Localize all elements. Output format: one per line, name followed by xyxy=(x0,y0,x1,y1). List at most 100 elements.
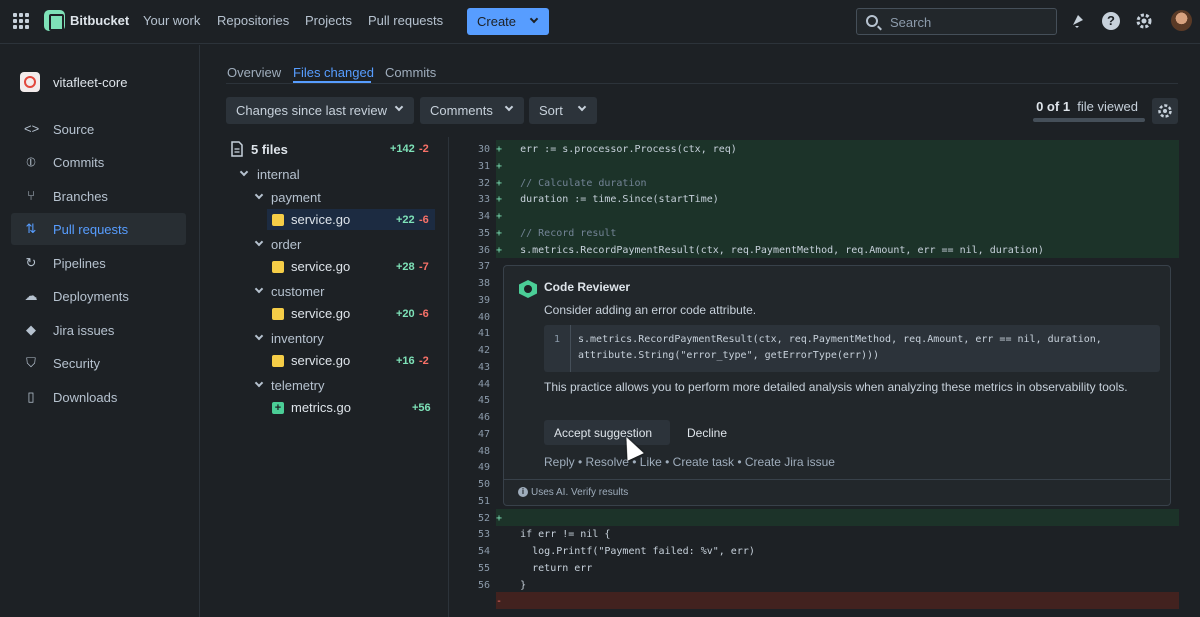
folder-name: order xyxy=(271,237,302,252)
folder-customer[interactable]: customer xyxy=(254,283,405,303)
line-number: 44 xyxy=(477,378,490,390)
brand-name[interactable]: Bitbucket xyxy=(70,13,129,28)
nav-projects[interactable]: Projects xyxy=(305,13,352,28)
sidebar-item-branches[interactable]: ⑂ Branches xyxy=(11,180,186,212)
card-divider xyxy=(504,479,1170,480)
jira-icon: ◆ xyxy=(26,322,36,337)
file-name: service.go xyxy=(291,259,351,274)
file-name: service.go xyxy=(291,212,351,227)
line-number: 40 xyxy=(477,311,490,323)
file-item-inventory-service[interactable]: service.go +16 -2 xyxy=(267,350,435,371)
file-item-order-service[interactable]: service.go +28 -7 xyxy=(267,256,435,277)
diff-settings-button[interactable] xyxy=(1152,98,1178,124)
added-code-line: + // Record result xyxy=(496,223,1179,241)
line-number: 54 xyxy=(477,546,490,557)
file-additions: +22 xyxy=(396,214,415,226)
notifications-icon[interactable] xyxy=(1069,12,1087,30)
line-number: 32 xyxy=(477,177,490,189)
comments-filter-dropdown[interactable]: Comments xyxy=(420,97,524,124)
nav-pull-requests[interactable]: Pull requests xyxy=(368,13,443,28)
line-number: 34 xyxy=(477,211,490,222)
file-deletions: -6 xyxy=(419,214,429,226)
added-code-line: + // Calculate duration xyxy=(496,173,1179,191)
diff-sign: + xyxy=(496,160,509,172)
added-code-line: + xyxy=(496,156,1179,174)
tab-overview[interactable]: Overview xyxy=(227,65,281,80)
diff-sign: + xyxy=(496,244,509,256)
sidebar-item-downloads[interactable]: ▯ Downloads xyxy=(11,381,186,413)
line-number: 31 xyxy=(477,160,490,172)
diff-sign: + xyxy=(496,211,509,222)
nav-repositories[interactable]: Repositories xyxy=(217,13,289,28)
accept-suggestion-button[interactable]: Accept suggestion xyxy=(544,420,670,445)
sort-label: Sort xyxy=(539,103,563,118)
sidebar-item-deployments[interactable]: ☁ Deployments xyxy=(11,280,186,312)
file-additions: +20 xyxy=(396,308,415,320)
added-code-line: + duration := time.Since(startTime) xyxy=(496,190,1179,208)
folder-payment[interactable]: payment xyxy=(254,189,405,209)
help-icon[interactable]: ? xyxy=(1102,12,1120,30)
bitbucket-logo-icon[interactable] xyxy=(44,10,65,31)
repository-icon xyxy=(20,72,40,92)
tab-files-changed[interactable]: Files changed xyxy=(293,65,374,80)
sidebar-item-label: Deployments xyxy=(53,289,129,304)
repository-name[interactable]: vitafleet-core xyxy=(53,75,127,90)
app-switcher-icon[interactable] xyxy=(13,13,29,29)
comment-message: Consider adding an error code attribute. xyxy=(544,303,757,317)
sort-dropdown[interactable]: Sort xyxy=(529,97,597,124)
chevron-down-icon xyxy=(529,14,539,24)
diff-sign: + xyxy=(496,177,509,189)
line-number: 35 xyxy=(477,227,490,239)
top-navigation: Bitbucket Your work Repositories Project… xyxy=(0,0,1200,44)
diff-sign xyxy=(496,546,508,557)
code-text: } xyxy=(508,579,527,591)
avatar[interactable] xyxy=(1171,10,1192,31)
comment-actions[interactable]: Reply • Resolve • Like • Create task • C… xyxy=(544,455,835,469)
file-item-telemetry-metrics[interactable]: + metrics.go +56 xyxy=(267,397,435,418)
deployments-icon: ☁ xyxy=(24,288,38,303)
line-number: 43 xyxy=(477,361,490,373)
total-additions: +142 xyxy=(390,143,415,155)
folder-telemetry[interactable]: telemetry xyxy=(254,377,405,397)
changes-filter-dropdown[interactable]: Changes since last review xyxy=(226,97,414,124)
files-viewed-count: 0 of 1 xyxy=(1036,99,1071,114)
code-text: log.Printf("Payment failed: %v", err) xyxy=(508,546,755,557)
sidebar-item-commits[interactable]: ⦶ Commits xyxy=(11,146,186,178)
sidebar-item-security[interactable]: ⛉ Security xyxy=(11,347,186,379)
file-modified-icon xyxy=(272,308,284,320)
added-code-line: + xyxy=(496,508,1179,526)
comment-explanation: This practice allows you to perform more… xyxy=(544,380,1128,394)
search-input[interactable]: Search xyxy=(856,8,1057,35)
decline-button[interactable]: Decline xyxy=(687,426,727,440)
folder-name: inventory xyxy=(271,331,324,346)
tab-commits[interactable]: Commits xyxy=(385,65,436,80)
line-number: 41 xyxy=(477,328,490,340)
file-name: service.go xyxy=(291,306,351,321)
gear-icon[interactable] xyxy=(1135,12,1153,30)
sidebar-item-source[interactable]: <> Source xyxy=(11,113,186,145)
file-name: metrics.go xyxy=(291,400,351,415)
file-item-payment-service[interactable]: service.go +22 -6 xyxy=(267,209,435,230)
code-review-comment: Code Reviewer Consider adding an error c… xyxy=(503,265,1171,506)
create-button[interactable]: Create xyxy=(467,8,549,35)
chevron-down-icon xyxy=(239,167,249,177)
context-code-line: return err xyxy=(496,559,1179,576)
folder-inventory[interactable]: inventory xyxy=(254,330,405,350)
sidebar-item-label: Pull requests xyxy=(53,222,129,237)
diff-sign xyxy=(496,529,508,540)
code-text: return err xyxy=(508,562,593,574)
suggestion-code-line: attribute.String("error_type", getErrorT… xyxy=(578,350,880,361)
code-text: duration := time.Since(startTime) xyxy=(508,194,719,206)
sidebar-item-pipelines[interactable]: ↻ Pipelines xyxy=(11,247,186,279)
files-viewed-progress xyxy=(1033,118,1145,122)
sidebar-item-pull-requests[interactable]: ⇅ Pull requests xyxy=(11,213,186,245)
file-item-customer-service[interactable]: service.go +20 -6 xyxy=(267,303,435,324)
active-tab-indicator xyxy=(293,81,371,83)
sidebar-item-jira-issues[interactable]: ◆ Jira issues xyxy=(11,314,186,346)
folder-order[interactable]: order xyxy=(254,236,405,256)
context-code-line: log.Printf("Payment failed: %v", err) xyxy=(496,542,1179,559)
folder-internal[interactable]: internal xyxy=(239,166,390,186)
file-additions: +56 xyxy=(412,402,431,414)
nav-your-work[interactable]: Your work xyxy=(143,13,200,28)
sidebar-item-label: Pipelines xyxy=(53,256,106,271)
